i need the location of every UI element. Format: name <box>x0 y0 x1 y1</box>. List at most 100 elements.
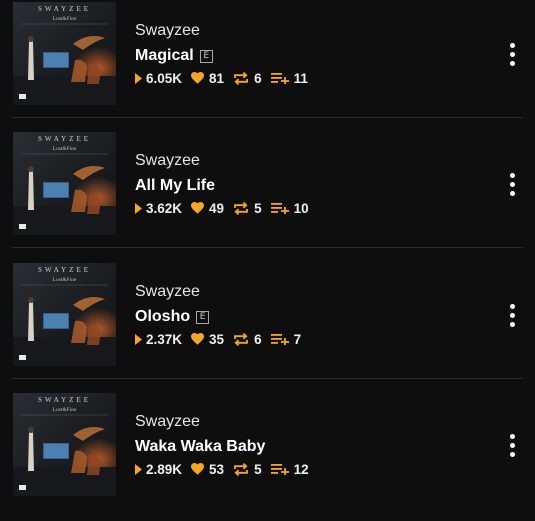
playlist-add-count-value: 7 <box>293 331 302 347</box>
play-triangle-icon <box>135 72 142 84</box>
more-options-button[interactable] <box>505 42 519 68</box>
vertical-ellipsis-dot <box>510 452 515 457</box>
svg-text:Lost&Fine: Lost&Fine <box>53 277 77 283</box>
playlist-add-count-value: 12 <box>293 461 309 477</box>
heart-icon <box>191 463 205 475</box>
repost-icon <box>234 71 248 85</box>
svg-text:SWAYZEE: SWAYZEE <box>38 266 91 274</box>
track-title-line: All My Life <box>135 176 215 196</box>
play-count-value: 3.62K <box>146 200 183 216</box>
track-artist[interactable]: Swayzee <box>135 413 200 431</box>
repost-count: 5 <box>233 201 262 216</box>
track-row[interactable]: SWAYZEE Lost&Fine Swayzee All My Life 3.… <box>0 130 535 260</box>
svg-text:SWAYZEE: SWAYZEE <box>38 5 91 13</box>
vertical-ellipsis-dot <box>510 443 515 448</box>
playlist-add-icon <box>270 203 289 214</box>
play-count: 6.05K <box>135 71 182 86</box>
playlist-add-count: 11 <box>270 70 308 86</box>
track-title-line: Olosho E <box>135 307 210 327</box>
more-options-button[interactable] <box>505 172 519 198</box>
like-count: 81 <box>191 71 224 86</box>
playlist-add-icon <box>270 464 289 475</box>
play-count: 3.62K <box>135 201 182 216</box>
more-options-button[interactable] <box>505 303 519 329</box>
vertical-ellipsis-icon <box>510 434 515 439</box>
track-stats: 2.89K 53 5 12 <box>135 460 318 478</box>
vertical-ellipsis-dot <box>510 182 515 187</box>
heart-icon <box>191 333 205 345</box>
vertical-ellipsis-dot <box>510 191 515 196</box>
heart-icon <box>191 202 205 214</box>
playlist-add-count: 10 <box>270 200 309 216</box>
svg-text:Lost&Fine: Lost&Fine <box>53 407 77 413</box>
like-count: 49 <box>191 201 224 216</box>
playlist-add-icon <box>270 334 289 345</box>
album-cover[interactable]: SWAYZEE Lost&Fine <box>13 132 116 235</box>
play-count-value: 2.89K <box>146 461 183 477</box>
track-artist[interactable]: Swayzee <box>135 22 200 40</box>
play-count-value: 2.37K <box>146 331 183 347</box>
repost-icon <box>234 332 248 346</box>
like-count: 53 <box>191 462 224 477</box>
play-triangle-icon <box>135 463 142 475</box>
track-row[interactable]: SWAYZEE Lost&Fine Swayzee Magical E 6.05… <box>0 0 535 130</box>
repost-count: 6 <box>233 71 262 86</box>
track-title[interactable]: Olosho <box>135 308 190 326</box>
repost-icon <box>234 201 248 215</box>
repost-count-value: 5 <box>254 200 262 216</box>
album-cover-art: SWAYZEE Lost&Fine <box>13 263 116 366</box>
playlist-add-count-value: 11 <box>293 70 308 86</box>
svg-text:Lost&Fine: Lost&Fine <box>53 16 77 22</box>
heart-icon <box>191 72 205 84</box>
album-cover[interactable]: SWAYZEE Lost&Fine <box>13 263 116 366</box>
vertical-ellipsis-dot <box>510 322 515 327</box>
vertical-ellipsis-icon <box>510 173 515 178</box>
svg-text:SWAYZEE: SWAYZEE <box>38 135 91 143</box>
vertical-ellipsis-dot <box>510 52 515 57</box>
like-count-value: 49 <box>209 200 225 216</box>
track-title[interactable]: Waka Waka Baby <box>135 438 265 456</box>
like-count-value: 53 <box>209 461 225 477</box>
track-title[interactable]: Magical <box>135 47 194 65</box>
repost-count-value: 6 <box>254 331 262 347</box>
playlist-add-count: 12 <box>270 461 309 477</box>
track-title-line: Waka Waka Baby <box>135 437 265 457</box>
explicit-badge: E <box>199 49 213 63</box>
vertical-ellipsis-icon <box>510 304 515 309</box>
album-cover[interactable]: SWAYZEE Lost&Fine <box>13 393 116 496</box>
vertical-ellipsis-icon <box>510 43 515 48</box>
track-artist[interactable]: Swayzee <box>135 152 200 170</box>
like-count-value: 35 <box>209 331 225 347</box>
track-row[interactable]: SWAYZEE Lost&Fine Swayzee Waka Waka Baby… <box>0 391 535 521</box>
track-title-line: Magical E <box>135 46 213 66</box>
repost-count: 5 <box>233 462 262 477</box>
row-divider <box>12 247 523 248</box>
album-cover-art: SWAYZEE Lost&Fine <box>13 132 116 235</box>
row-divider <box>12 378 523 379</box>
playlist-add-icon <box>270 73 289 84</box>
playlist-add-count-value: 10 <box>293 200 309 216</box>
track-stats: 6.05K 81 6 11 <box>135 69 317 87</box>
explicit-badge: E <box>196 310 210 324</box>
more-options-button[interactable] <box>505 433 519 459</box>
track-row[interactable]: SWAYZEE Lost&Fine Swayzee Olosho E 2.37K… <box>0 261 535 391</box>
repost-icon <box>234 462 248 476</box>
repost-count-value: 6 <box>254 70 262 86</box>
play-triangle-icon <box>135 202 142 214</box>
vertical-ellipsis-dot <box>510 61 515 66</box>
play-count: 2.37K <box>135 332 182 347</box>
album-cover-art: SWAYZEE Lost&Fine <box>13 393 116 496</box>
vertical-ellipsis-dot <box>510 313 515 318</box>
play-count-value: 6.05K <box>146 70 183 86</box>
album-cover-art: SWAYZEE Lost&Fine <box>13 2 116 105</box>
track-list: SWAYZEE Lost&Fine Swayzee Magical E 6.05… <box>0 0 535 510</box>
track-title[interactable]: All My Life <box>135 177 215 195</box>
like-count-value: 81 <box>209 70 225 86</box>
svg-text:SWAYZEE: SWAYZEE <box>38 396 91 404</box>
play-count: 2.89K <box>135 462 182 477</box>
playlist-add-count: 7 <box>270 331 302 347</box>
album-cover[interactable]: SWAYZEE Lost&Fine <box>13 2 116 105</box>
svg-text:Lost&Fine: Lost&Fine <box>53 146 77 152</box>
track-artist[interactable]: Swayzee <box>135 283 200 301</box>
row-divider <box>12 117 523 118</box>
